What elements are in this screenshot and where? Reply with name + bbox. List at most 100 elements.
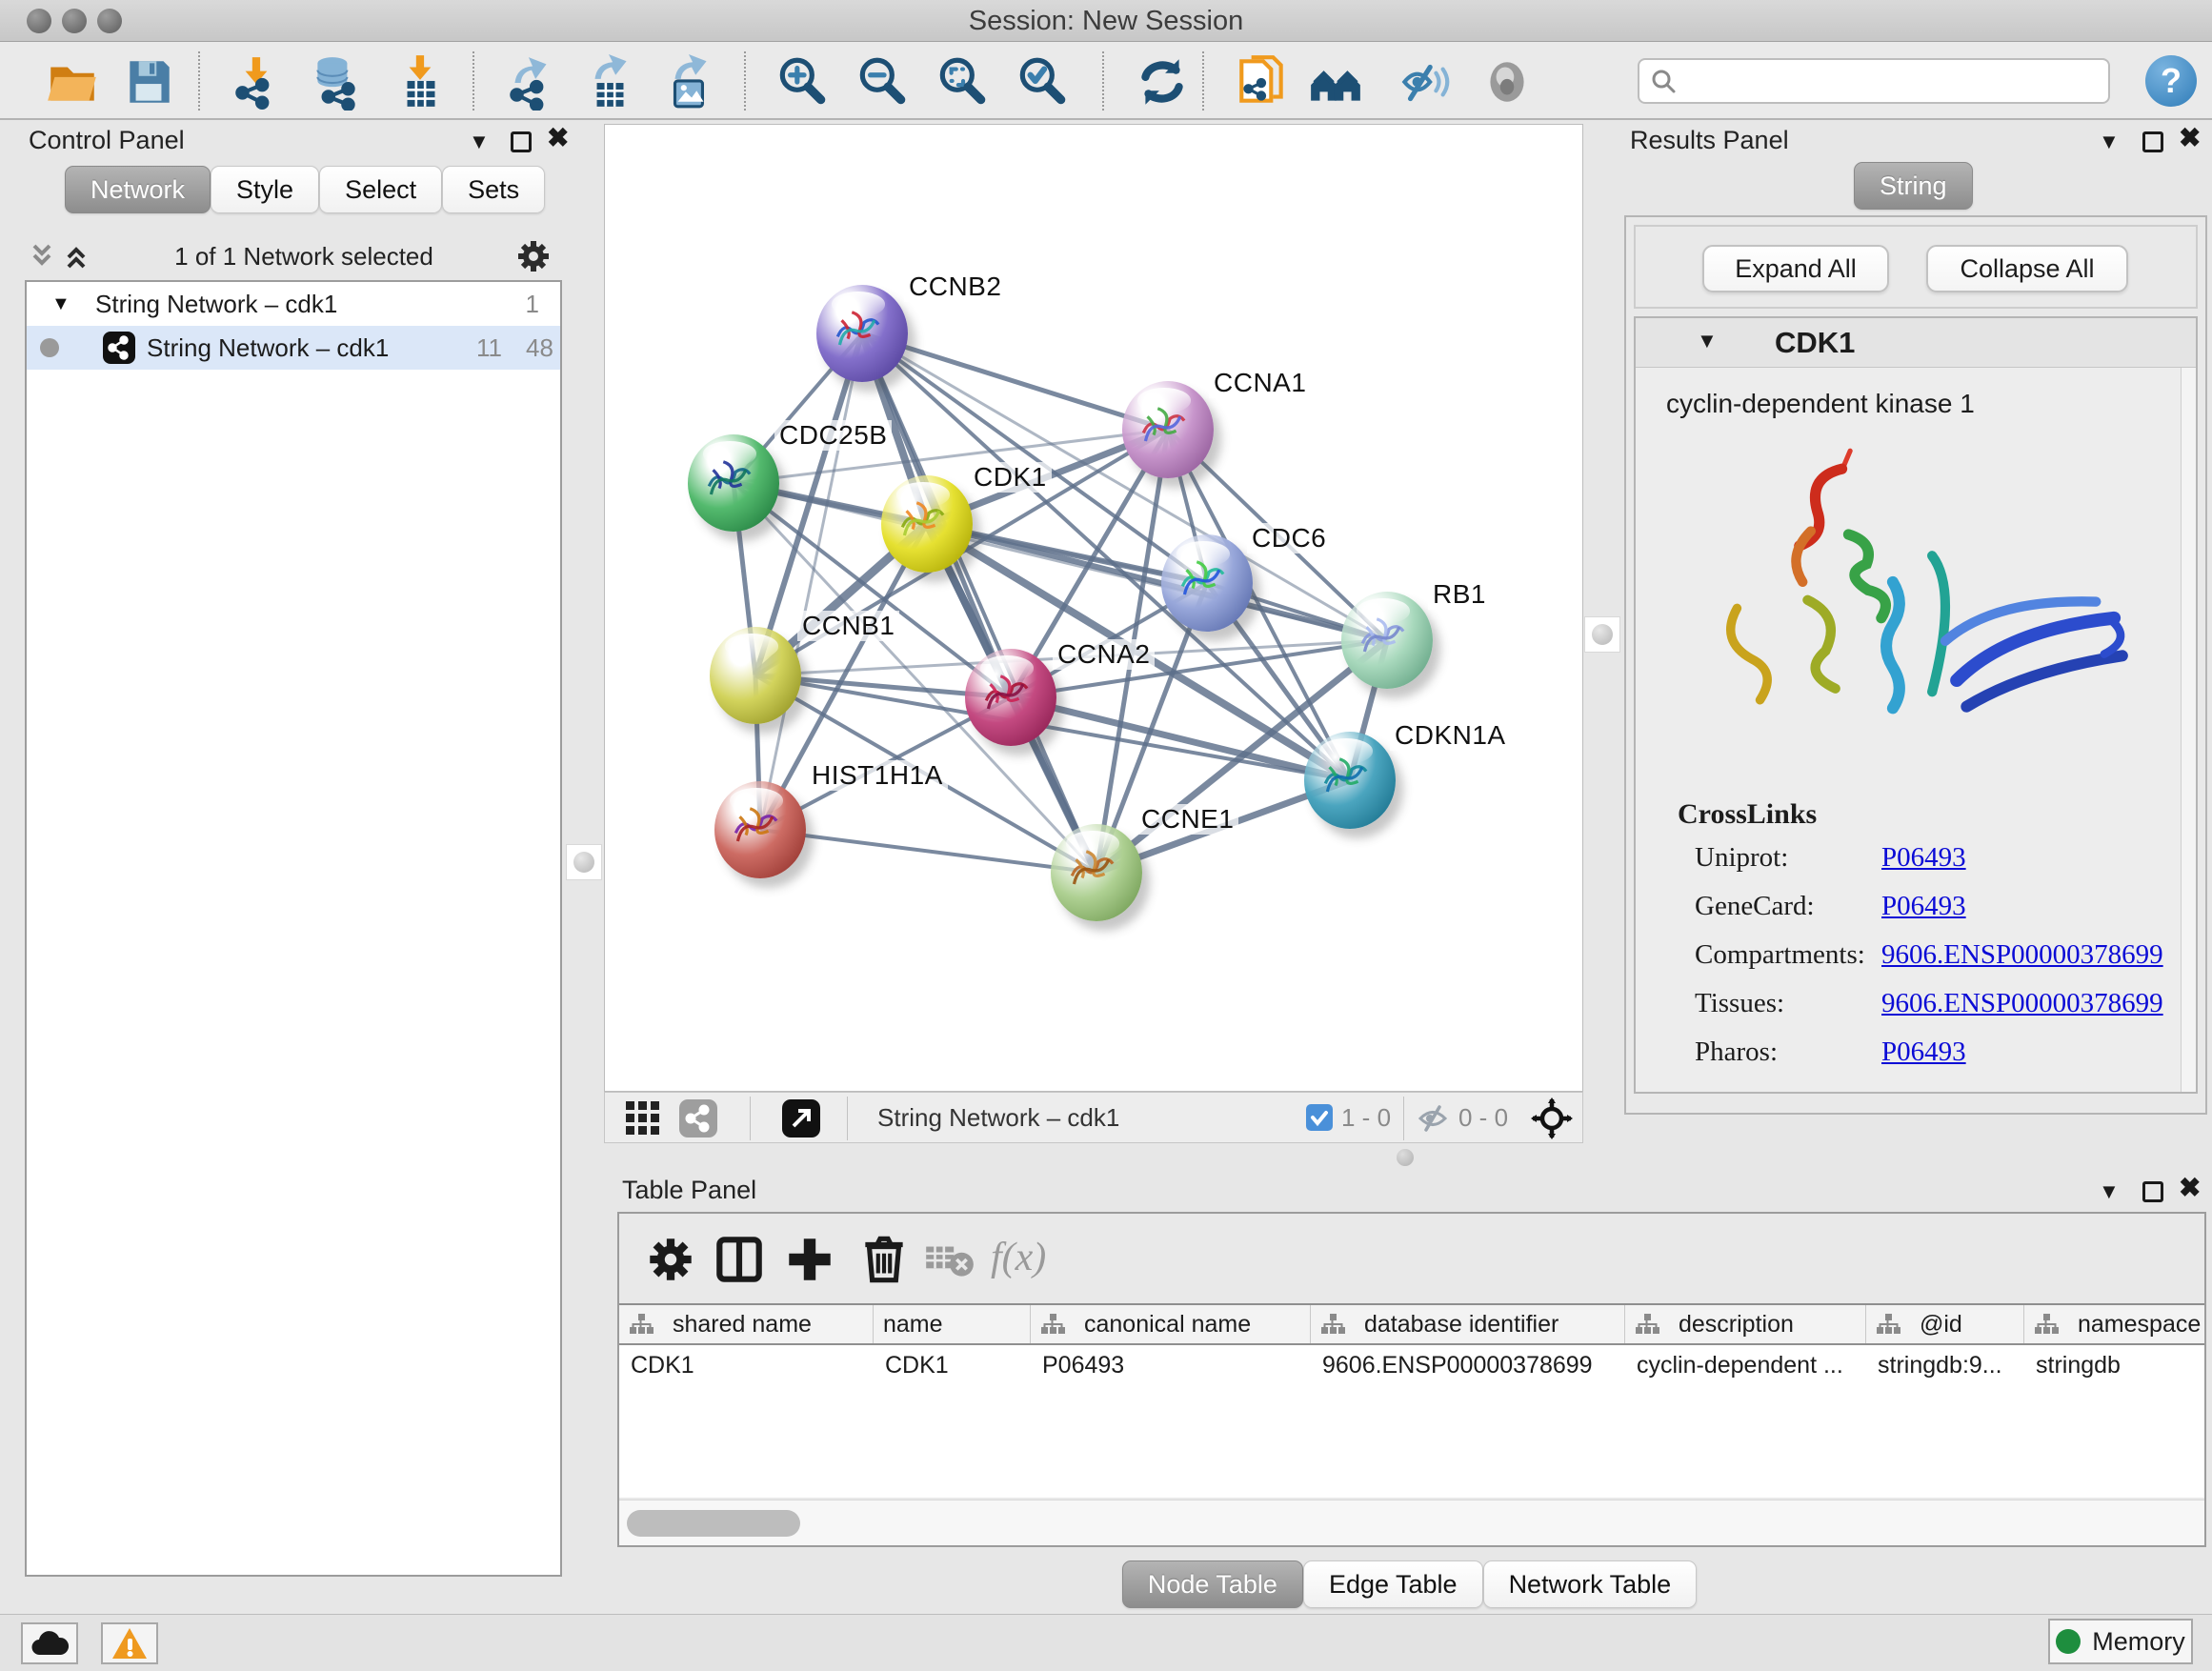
hide-eye-slash-icon[interactable] xyxy=(1397,53,1454,111)
show-eye-icon[interactable] xyxy=(1478,53,1536,111)
node-CDC25B[interactable] xyxy=(688,434,779,532)
horizontal-splitter-handle[interactable] xyxy=(1397,1149,1414,1166)
node-CDKN1A[interactable] xyxy=(1304,732,1396,829)
edge-CCNE1-HIST1H1A[interactable] xyxy=(760,830,1096,873)
network-collection-row[interactable]: ▼ String Network – cdk1 1 xyxy=(27,282,560,326)
table-cell[interactable]: CDK1 xyxy=(874,1345,1031,1385)
node-HIST1H1A[interactable] xyxy=(714,781,806,878)
network-canvas[interactable]: CCNB2CCNA1CDC25BCDK1CDC6RB1CCNB1CCNA2CDK… xyxy=(604,124,1583,1092)
left-splitter-handle[interactable] xyxy=(566,844,602,880)
table-cell[interactable]: cyclin-dependent ... xyxy=(1625,1345,1866,1385)
collapse-panel-icon[interactable]: ▼ xyxy=(2099,1178,2120,1206)
crosslink-link[interactable]: P06493 xyxy=(1881,891,1966,939)
column-header--id[interactable]: @id xyxy=(1866,1305,2024,1343)
node-CDC6[interactable] xyxy=(1161,534,1253,632)
table-cell[interactable]: CDK1 xyxy=(619,1345,874,1385)
edge-CCNB2-HIST1H1A[interactable] xyxy=(760,333,862,830)
close-panel-icon[interactable]: ✖ xyxy=(2179,1174,2201,1202)
results-scrollbar[interactable] xyxy=(2181,368,2196,1092)
open-in-window-icon[interactable] xyxy=(782,1099,820,1142)
zoom-in-icon[interactable] xyxy=(774,53,831,111)
delete-table-icon[interactable] xyxy=(920,1231,977,1288)
node-CCNA2[interactable] xyxy=(965,649,1056,746)
zoom-fit-icon[interactable] xyxy=(934,53,991,111)
tree-expand-icon[interactable]: ▼ xyxy=(51,293,70,315)
show-columns-icon[interactable] xyxy=(711,1231,768,1288)
close-panel-icon[interactable]: ✖ xyxy=(547,124,569,152)
column-header-name[interactable]: name xyxy=(874,1305,1031,1343)
crosslink-link[interactable]: P06493 xyxy=(1881,1037,1966,1085)
column-header-canonical-name[interactable]: canonical name xyxy=(1031,1305,1311,1343)
edge-CCNB2-CCNA1[interactable] xyxy=(862,333,1168,430)
node-CCNA1[interactable] xyxy=(1122,381,1214,478)
float-panel-icon[interactable] xyxy=(2142,128,2163,160)
tab-network-table[interactable]: Network Table xyxy=(1483,1560,1698,1608)
zoom-out-icon[interactable] xyxy=(854,53,911,111)
tab-select[interactable]: Select xyxy=(319,166,442,213)
import-string-document-icon[interactable] xyxy=(1234,53,1291,111)
export-network-icon[interactable] xyxy=(503,53,560,111)
selected-checkbox-icon[interactable] xyxy=(1306,1104,1333,1136)
import-network-file-icon[interactable] xyxy=(229,53,286,111)
collapse-all-chevron-icon[interactable] xyxy=(59,240,93,272)
node-RB1[interactable] xyxy=(1341,592,1433,689)
birds-eye-crosshair-icon[interactable] xyxy=(1531,1097,1573,1144)
node-CCNB2[interactable] xyxy=(816,285,908,382)
crosslink-link[interactable]: P06493 xyxy=(1881,842,1966,891)
import-table-icon[interactable] xyxy=(392,53,450,111)
network-row[interactable]: String Network – cdk1 11 48 xyxy=(27,326,560,370)
node-CCNB1[interactable] xyxy=(710,627,801,724)
save-floppy-icon[interactable] xyxy=(120,53,177,111)
zoom-selected-icon[interactable] xyxy=(1014,53,1071,111)
tab-sets[interactable]: Sets xyxy=(442,166,545,213)
refresh-icon[interactable] xyxy=(1134,53,1191,111)
table-horizontal-scrollbar[interactable] xyxy=(619,1500,2204,1545)
grid-view-icon[interactable] xyxy=(624,1099,662,1142)
node-CDK1[interactable] xyxy=(881,475,973,573)
column-header-shared-name[interactable]: shared name xyxy=(619,1305,874,1343)
home-networks-icon[interactable] xyxy=(1307,53,1364,111)
collapse-panel-icon[interactable]: ▼ xyxy=(2099,128,2120,156)
cloud-icon[interactable] xyxy=(21,1622,78,1664)
table-cell[interactable]: 9606.ENSP00000378699 xyxy=(1311,1345,1625,1385)
tab-style[interactable]: Style xyxy=(211,166,319,213)
node-CCNE1[interactable] xyxy=(1051,824,1142,921)
collapse-panel-icon[interactable]: ▼ xyxy=(469,128,490,156)
column-header-namespace[interactable]: namespace xyxy=(2024,1305,2206,1343)
gene-section-header[interactable]: ▼ CDK1 xyxy=(1636,318,2196,368)
open-folder-icon[interactable] xyxy=(44,53,101,111)
search-input[interactable] xyxy=(1678,62,2108,100)
right-splitter-handle[interactable] xyxy=(1584,616,1620,653)
add-column-icon[interactable] xyxy=(781,1231,838,1288)
expand-all-button[interactable]: Expand All xyxy=(1702,245,1889,292)
crosslink-link[interactable]: 9606.ENSP00000378699 xyxy=(1881,939,2163,988)
help-icon[interactable]: ? xyxy=(2145,55,2197,107)
expand-all-chevron-icon[interactable] xyxy=(25,240,59,272)
warning-icon[interactable] xyxy=(101,1622,158,1664)
delete-column-trash-icon[interactable] xyxy=(855,1231,913,1288)
crosslink-link[interactable]: 9606.ENSP00000378699 xyxy=(1881,988,2163,1037)
table-cell[interactable]: stringdb:9... xyxy=(1866,1345,2024,1385)
table-cell[interactable]: stringdb xyxy=(2024,1345,2206,1385)
network-share-icon[interactable] xyxy=(679,1099,717,1142)
collapse-section-icon[interactable]: ▼ xyxy=(1697,329,1718,353)
scrollbar-thumb[interactable] xyxy=(627,1510,800,1537)
import-network-database-icon[interactable] xyxy=(307,53,364,111)
tab-network[interactable]: Network xyxy=(65,166,211,213)
close-panel-icon[interactable]: ✖ xyxy=(2179,124,2201,152)
column-header-description[interactable]: description xyxy=(1625,1305,1866,1343)
table-row[interactable]: CDK1CDK1P064939606.ENSP00000378699cyclin… xyxy=(619,1345,2204,1385)
memory-button[interactable]: Memory xyxy=(2048,1619,2193,1664)
function-builder-icon[interactable]: f(x) xyxy=(991,1235,1046,1280)
tab-edge-table[interactable]: Edge Table xyxy=(1303,1560,1483,1608)
table-settings-gear-icon[interactable] xyxy=(642,1231,699,1288)
float-panel-icon[interactable] xyxy=(2142,1178,2163,1210)
export-image-icon[interactable] xyxy=(661,53,718,111)
table-cell[interactable]: P06493 xyxy=(1031,1345,1311,1385)
float-panel-icon[interactable] xyxy=(511,128,532,160)
tab-string[interactable]: String xyxy=(1854,162,1973,210)
export-table-icon[interactable] xyxy=(581,53,638,111)
column-header-database-identifier[interactable]: database identifier xyxy=(1311,1305,1625,1343)
collapse-all-button[interactable]: Collapse All xyxy=(1926,245,2128,292)
tab-node-table[interactable]: Node Table xyxy=(1122,1560,1303,1608)
